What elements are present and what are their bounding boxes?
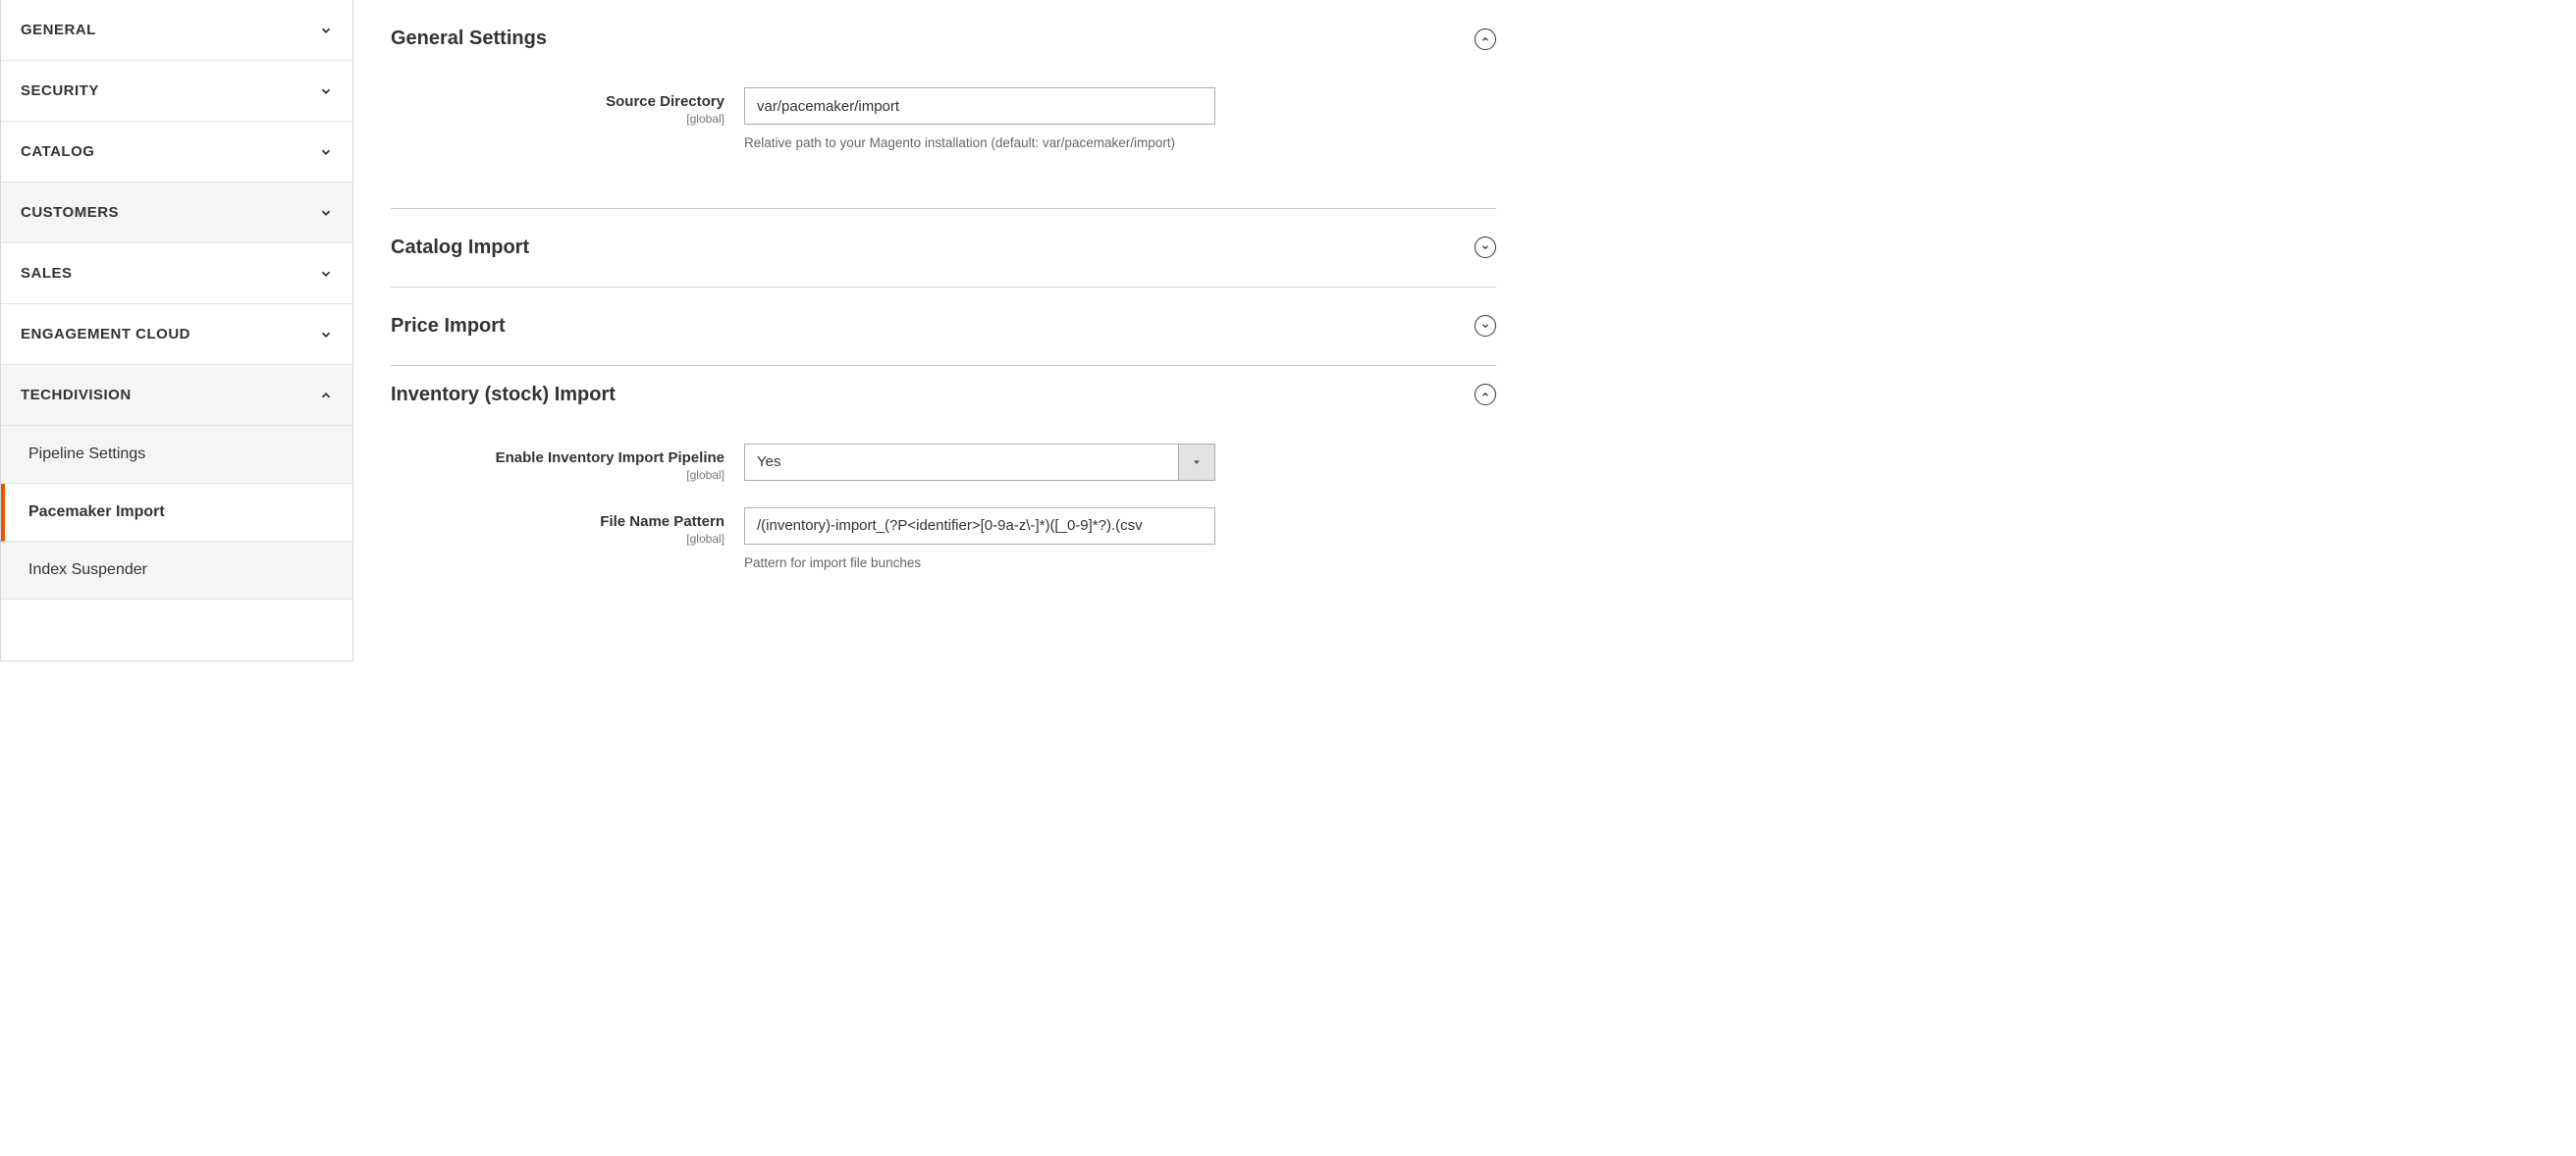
section-header-catalog[interactable]: Catalog Import: [391, 227, 1496, 269]
collapse-icon: [1475, 28, 1496, 50]
field-scope: [global]: [391, 112, 724, 126]
chevron-down-icon: [319, 328, 333, 342]
chevron-down-icon: [319, 24, 333, 37]
section-header-general[interactable]: General Settings: [391, 27, 1496, 50]
nav-label: CATALOG: [21, 143, 94, 160]
nav-item-sales[interactable]: SALES: [1, 243, 352, 304]
nav-sub-items: Pipeline Settings Pacemaker Import Index…: [1, 426, 352, 600]
field-scope: [global]: [391, 468, 724, 482]
field-hint: Relative path to your Magento installati…: [744, 134, 1215, 153]
source-directory-input[interactable]: [744, 87, 1215, 125]
nav-item-security[interactable]: SECURITY: [1, 61, 352, 122]
sub-item-index-suspender[interactable]: Index Suspender: [1, 542, 352, 600]
nav-label: CUSTOMERS: [21, 204, 119, 221]
section-title: Catalog Import: [391, 236, 529, 259]
nav-label: SECURITY: [21, 82, 99, 99]
nav-item-general[interactable]: GENERAL: [1, 0, 352, 61]
field-label: Source Directory: [391, 93, 724, 110]
section-catalog-import: Catalog Import: [391, 227, 1496, 288]
field-label: File Name Pattern: [391, 513, 724, 530]
nav-label: SALES: [21, 265, 73, 282]
file-name-pattern-input[interactable]: [744, 507, 1215, 545]
sub-item-label: Pacemaker Import: [28, 503, 165, 521]
section-general-settings: General Settings Source Directory [globa…: [391, 27, 1496, 209]
expand-icon: [1475, 236, 1496, 258]
nav-item-engagement-cloud[interactable]: ENGAGEMENT CLOUD: [1, 304, 352, 365]
nav-label: ENGAGEMENT CLOUD: [21, 326, 190, 342]
section-header-price[interactable]: Price Import: [391, 305, 1496, 347]
chevron-down-icon: [319, 84, 333, 98]
nav-item-catalog[interactable]: CATALOG: [1, 122, 352, 183]
nav-label: GENERAL: [21, 22, 96, 38]
field-enable-inventory: Enable Inventory Import Pipeline [global…: [391, 444, 1496, 482]
section-header-inventory[interactable]: Inventory (stock) Import: [391, 384, 1496, 406]
config-main: General Settings Source Directory [globa…: [353, 0, 1506, 661]
section-title: Inventory (stock) Import: [391, 384, 616, 406]
field-hint: Pattern for import file bunches: [744, 554, 1215, 573]
chevron-down-icon: [319, 145, 333, 159]
field-label: Enable Inventory Import Pipeline: [391, 449, 724, 466]
chevron-down-icon: [319, 206, 333, 220]
sub-item-label: Pipeline Settings: [28, 446, 145, 463]
sub-item-pipeline-settings[interactable]: Pipeline Settings: [1, 426, 352, 484]
field-file-name-pattern: File Name Pattern [global] Pattern for i…: [391, 507, 1496, 573]
collapse-icon: [1475, 384, 1496, 405]
nav-item-customers[interactable]: CUSTOMERS: [1, 183, 352, 243]
chevron-down-icon: [319, 267, 333, 281]
chevron-up-icon: [319, 389, 333, 402]
expand-icon: [1475, 315, 1496, 337]
sub-item-label: Index Suspender: [28, 561, 147, 579]
config-sidebar: GENERAL SECURITY CATALOG CUSTOMERS SALES: [0, 0, 353, 661]
section-title: General Settings: [391, 27, 547, 50]
nav-item-techdivision[interactable]: TECHDIVISION: [1, 365, 352, 426]
field-scope: [global]: [391, 532, 724, 546]
nav-label: TECHDIVISION: [21, 387, 132, 403]
section-inventory-import: Inventory (stock) Import Enable Inventor…: [391, 384, 1496, 616]
select-dropdown-button[interactable]: [1178, 444, 1215, 481]
field-source-directory: Source Directory [global] Relative path …: [391, 87, 1496, 153]
section-price-import: Price Import: [391, 305, 1496, 366]
enable-inventory-select[interactable]: Yes: [744, 444, 1215, 481]
select-value: Yes: [744, 444, 1178, 481]
section-title: Price Import: [391, 315, 506, 338]
sub-item-pacemaker-import[interactable]: Pacemaker Import: [1, 484, 352, 542]
